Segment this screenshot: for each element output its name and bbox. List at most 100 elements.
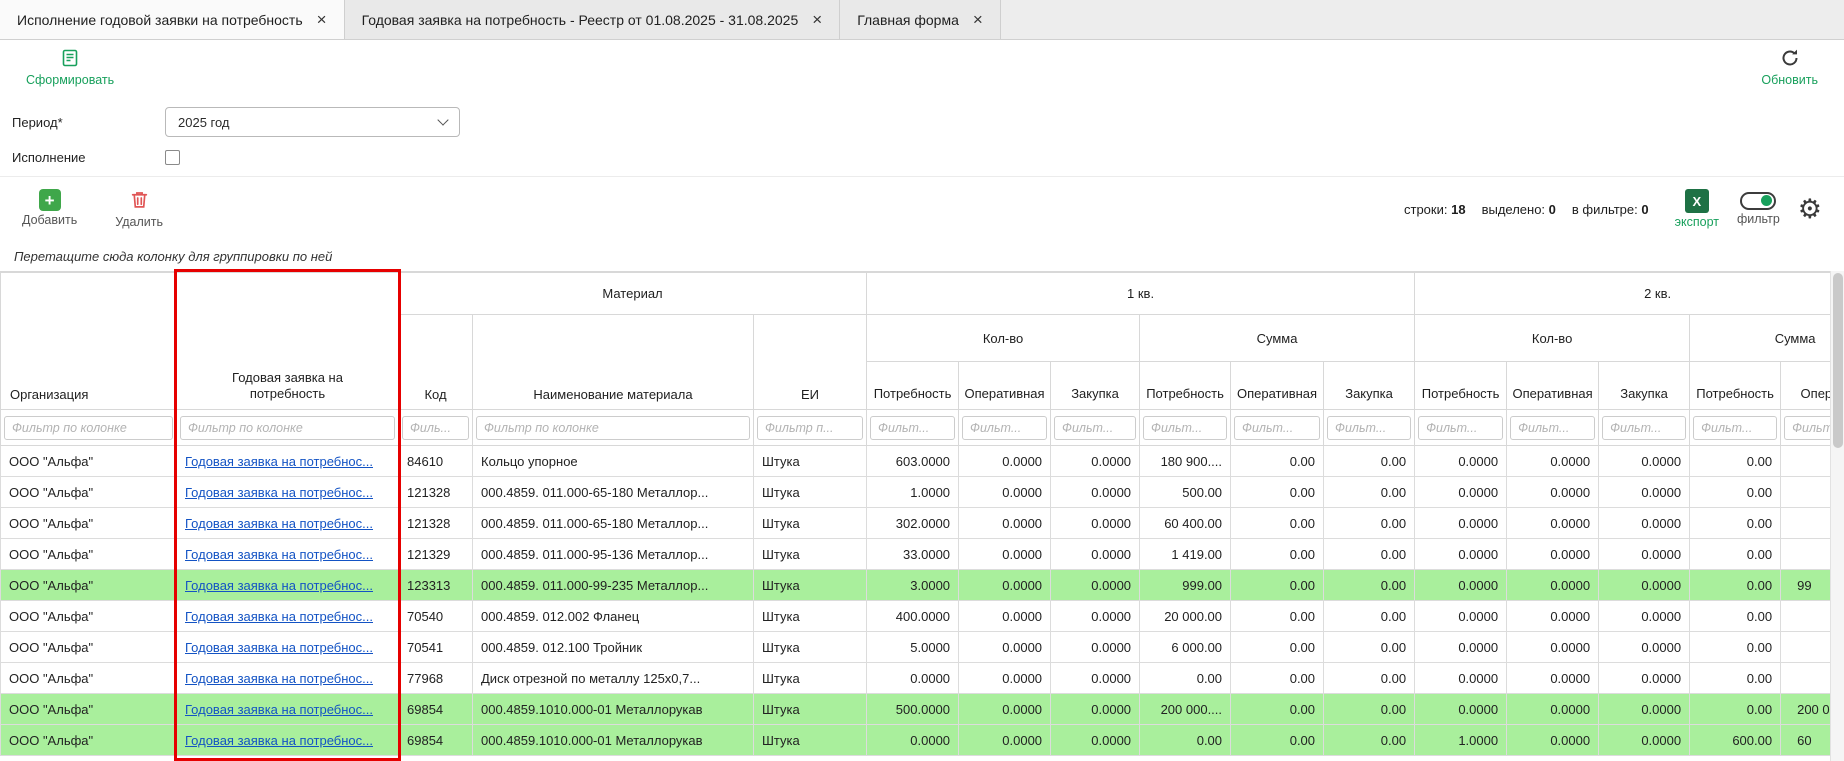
column-filter-input[interactable] [476, 416, 750, 440]
close-icon[interactable]: × [317, 11, 327, 28]
column-filter-input[interactable] [1693, 416, 1777, 440]
column-header[interactable]: Потребность [1140, 362, 1231, 410]
cell: Кольцо упорное [473, 446, 754, 477]
column-filter-input[interactable] [1327, 416, 1411, 440]
filter-cell [1, 410, 177, 446]
table-row[interactable]: ООО "Альфа"Годовая заявка на потребнос..… [1, 570, 1831, 601]
column-header[interactable]: Закупка [1051, 362, 1140, 410]
cell: Штука [754, 632, 867, 663]
period-select[interactable]: 2025 год [165, 107, 460, 137]
cell: 0.00 [1690, 477, 1781, 508]
request-link[interactable]: Годовая заявка на потребнос... [185, 671, 373, 686]
cell: 0.0000 [959, 477, 1051, 508]
request-link[interactable]: Годовая заявка на потребнос... [185, 516, 373, 531]
scrollbar-thumb[interactable] [1833, 273, 1843, 448]
column-header[interactable]: 2 кв. [1415, 273, 1830, 315]
request-link[interactable]: Годовая заявка на потребнос... [185, 702, 373, 717]
cell: Годовая заявка на потребнос... [177, 570, 399, 601]
column-header[interactable]: Сумма [1140, 315, 1415, 362]
cell: Годовая заявка на потребнос... [177, 601, 399, 632]
table-row[interactable]: ООО "Альфа"Годовая заявка на потребнос..… [1, 601, 1831, 632]
column-header[interactable]: Наименование материала [473, 315, 754, 410]
column-filter-input[interactable] [1510, 416, 1595, 440]
column-filter-input[interactable] [1602, 416, 1686, 440]
request-link[interactable]: Годовая заявка на потребнос... [185, 640, 373, 655]
delete-button[interactable]: Удалить [115, 189, 163, 229]
cell: 0.0000 [1415, 446, 1507, 477]
cell: 0.00 [1690, 539, 1781, 570]
column-filter-input[interactable] [1234, 416, 1320, 440]
tab-annual-request-registry[interactable]: Годовая заявка на потребность - Реестр о… [345, 0, 841, 39]
add-button[interactable]: + Добавить [22, 189, 77, 229]
cell: 0.00 [1231, 663, 1324, 694]
vertical-scrollbar[interactable] [1830, 271, 1844, 761]
tab-execution-of-annual-request[interactable]: Исполнение годовой заявки на потребность… [0, 0, 345, 39]
column-header[interactable]: Код [399, 315, 473, 410]
column-header[interactable]: Оперативная [1231, 362, 1324, 410]
table-row[interactable]: ООО "Альфа"Годовая заявка на потребнос..… [1, 663, 1831, 694]
cell: 500.0000 [867, 694, 959, 725]
column-header[interactable]: Оперативная [1507, 362, 1599, 410]
column-filter-input[interactable] [4, 416, 173, 440]
refresh-button[interactable]: Обновить [1761, 48, 1818, 87]
cell: 0.0000 [1599, 632, 1690, 663]
column-header[interactable]: Кол-во [1415, 315, 1690, 362]
column-filter-input[interactable] [402, 416, 469, 440]
column-filter-input[interactable] [962, 416, 1047, 440]
column-header[interactable]: Сумма [1690, 315, 1830, 362]
request-link[interactable]: Годовая заявка на потребнос... [185, 733, 373, 748]
column-header[interactable]: Материал [399, 273, 867, 315]
column-filter-input[interactable] [870, 416, 955, 440]
request-link[interactable]: Годовая заявка на потребнос... [185, 609, 373, 624]
request-link[interactable]: Годовая заявка на потребнос... [185, 547, 373, 562]
generate-button[interactable]: Сформировать [26, 48, 114, 87]
column-filter-input[interactable] [180, 416, 395, 440]
cell: Штука [754, 508, 867, 539]
cell: 33.0000 [867, 539, 959, 570]
column-filter-input[interactable] [1784, 416, 1830, 440]
cell: 0.0000 [1051, 539, 1140, 570]
column-header[interactable]: 1 кв. [867, 273, 1415, 315]
cell: Годовая заявка на потребнос... [177, 694, 399, 725]
gear-icon[interactable]: ⚙ [1798, 196, 1822, 223]
cell: 0.00 [1231, 508, 1324, 539]
request-link[interactable]: Годовая заявка на потребнос... [185, 454, 373, 469]
execution-checkbox[interactable] [165, 150, 180, 165]
table-row[interactable]: ООО "Альфа"Годовая заявка на потребнос..… [1, 694, 1831, 725]
column-header[interactable]: Годовая заявка на потребность [177, 273, 399, 410]
cell: 0.0000 [959, 725, 1051, 756]
column-filter-input[interactable] [757, 416, 863, 440]
request-link[interactable]: Годовая заявка на потребнос... [185, 578, 373, 593]
column-header[interactable]: Потребность [867, 362, 959, 410]
column-header[interactable]: Оперативная [959, 362, 1051, 410]
close-icon[interactable]: × [812, 11, 822, 28]
column-filter-input[interactable] [1143, 416, 1227, 440]
column-header[interactable]: Оперативная [1781, 362, 1830, 410]
filter-cell [1781, 410, 1830, 446]
column-header[interactable]: ЕИ [754, 315, 867, 410]
filter-toggle[interactable]: фильтр [1737, 192, 1780, 226]
cell: 0.0000 [1051, 446, 1140, 477]
group-hint-text: Перетащите сюда колонку для группировки … [14, 249, 332, 264]
column-filter-input[interactable] [1418, 416, 1503, 440]
column-filter-input[interactable] [1054, 416, 1136, 440]
export-excel-button[interactable]: X экспорт [1675, 189, 1719, 229]
table-row[interactable]: ООО "Альфа"Годовая заявка на потребнос..… [1, 725, 1831, 756]
column-header[interactable]: Потребность [1415, 362, 1507, 410]
cell: 0.0000 [1507, 477, 1599, 508]
column-header[interactable]: Закупка [1599, 362, 1690, 410]
table-row[interactable]: ООО "Альфа"Годовая заявка на потребнос..… [1, 477, 1831, 508]
close-icon[interactable]: × [973, 11, 983, 28]
column-header[interactable]: Кол-во [867, 315, 1140, 362]
table-row[interactable]: ООО "Альфа"Годовая заявка на потребнос..… [1, 539, 1831, 570]
column-header[interactable]: Потребность [1690, 362, 1781, 410]
table-row[interactable]: ООО "Альфа"Годовая заявка на потребнос..… [1, 632, 1831, 663]
table-row[interactable]: ООО "Альфа"Годовая заявка на потребнос..… [1, 446, 1831, 477]
column-header[interactable]: Закупка [1324, 362, 1415, 410]
tab-main-form[interactable]: Главная форма × [840, 0, 1001, 39]
group-drop-zone[interactable]: Перетащите сюда колонку для группировки … [0, 241, 1844, 271]
table-row[interactable]: ООО "Альфа"Годовая заявка на потребнос..… [1, 508, 1831, 539]
column-header[interactable]: Организация [1, 273, 177, 410]
request-link[interactable]: Годовая заявка на потребнос... [185, 485, 373, 500]
filter-cell [959, 410, 1051, 446]
